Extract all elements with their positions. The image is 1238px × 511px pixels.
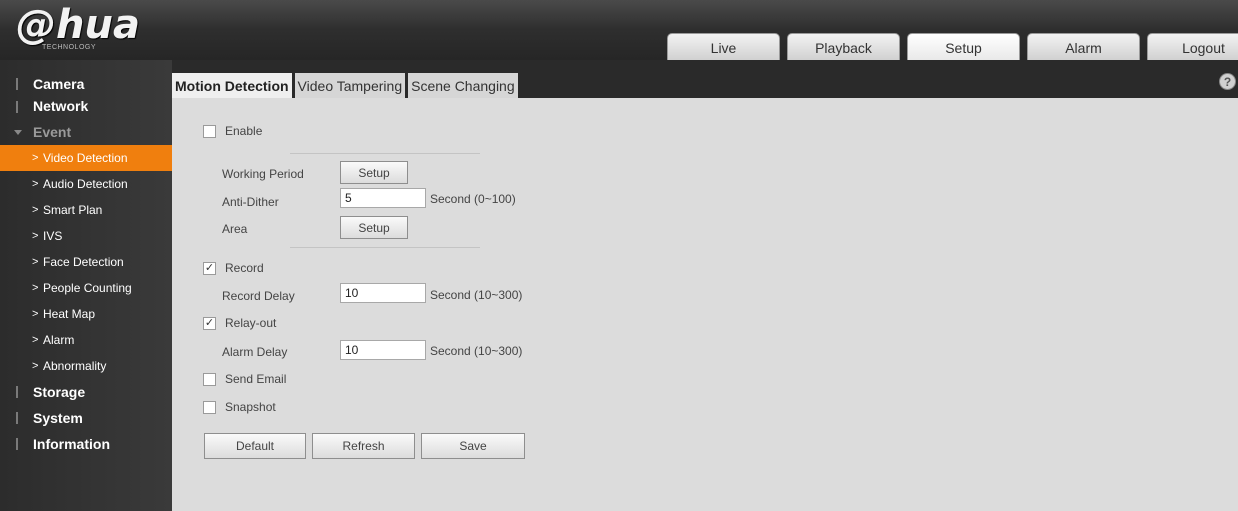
sidebar-item-storage[interactable]: Storage (0, 379, 172, 405)
send-email-label: Send Email (225, 372, 287, 386)
working-period-setup-button[interactable]: Setup (340, 161, 408, 184)
sidebar-item-smart-plan[interactable]: > Smart Plan (0, 197, 172, 223)
bullet-icon (16, 101, 18, 113)
sidebar-item-alarm[interactable]: > Alarm (0, 327, 172, 353)
sidebar-item-label: People Counting (43, 281, 132, 295)
chevron-right-icon: > (32, 204, 39, 216)
working-period-label: Working Period (222, 167, 304, 181)
header-bar: @hua TECHNOLOGY Live Playback Setup Alar… (0, 0, 1238, 61)
top-navigation: Live Playback Setup Alarm Logout (667, 33, 1238, 61)
bullet-icon (16, 386, 18, 398)
alarm-delay-unit: Second (10~300) (430, 344, 523, 358)
sidebar-item-label: Video Detection (43, 151, 128, 165)
tab-playback[interactable]: Playback (787, 33, 900, 61)
sidebar-item-heat-map[interactable]: > Heat Map (0, 301, 172, 327)
tab-video-tampering[interactable]: Video Tampering (294, 73, 406, 98)
record-delay-input[interactable]: 10 (340, 283, 426, 303)
bullet-icon (16, 78, 18, 90)
record-row: ✓ Record (203, 261, 264, 275)
sidebar-item-face-detection[interactable]: > Face Detection (0, 249, 172, 275)
triangle-down-icon (14, 130, 22, 135)
tab-live[interactable]: Live (667, 33, 780, 61)
detection-tabs: Motion Detection Video Tampering Scene C… (172, 73, 518, 98)
anti-dither-input[interactable]: 5 (340, 188, 426, 208)
chevron-right-icon: > (32, 152, 39, 164)
anti-dither-label: Anti-Dither (222, 195, 279, 209)
sidebar-item-label: Face Detection (43, 255, 124, 269)
sidebar: Camera Network Event > Video Detection >… (0, 60, 172, 511)
sidebar-item-event[interactable]: Event (0, 119, 172, 145)
sidebar-item-label: Audio Detection (43, 177, 128, 191)
chevron-right-icon: > (32, 308, 39, 320)
divider (290, 247, 480, 248)
sidebar-item-information[interactable]: Information (0, 431, 172, 457)
enable-row: Enable (203, 124, 262, 138)
anti-dither-unit: Second (0~100) (430, 192, 516, 206)
sidebar-item-system[interactable]: System (0, 405, 172, 431)
sidebar-item-label: System (33, 410, 83, 426)
relay-out-label: Relay-out (225, 316, 277, 330)
sidebar-item-label: Heat Map (43, 307, 96, 321)
send-email-checkbox[interactable] (203, 372, 216, 386)
sidebar-item-label: Network (33, 98, 89, 114)
tab-alarm[interactable]: Alarm (1027, 33, 1140, 61)
relay-out-checkbox[interactable]: ✓ (203, 316, 216, 330)
alarm-delay-input[interactable]: 10 (340, 340, 426, 360)
divider (290, 153, 480, 154)
sidebar-item-audio-detection[interactable]: > Audio Detection (0, 171, 172, 197)
sidebar-item-label: Abnormality (43, 359, 107, 373)
default-button[interactable]: Default (204, 433, 306, 459)
sidebar-item-label: Storage (33, 384, 86, 400)
snapshot-checkbox[interactable] (203, 400, 216, 414)
chevron-right-icon: > (32, 256, 39, 268)
sidebar-item-video-detection[interactable]: > Video Detection (0, 145, 172, 171)
refresh-button[interactable]: Refresh (312, 433, 415, 459)
record-delay-unit: Second (10~300) (430, 288, 523, 302)
record-label: Record (225, 261, 264, 275)
chevron-right-icon: > (32, 230, 39, 242)
alarm-delay-label: Alarm Delay (222, 345, 288, 359)
record-delay-label: Record Delay (222, 289, 295, 303)
area-label: Area (222, 222, 248, 236)
enable-checkbox[interactable] (203, 124, 216, 138)
sidebar-item-ivs[interactable]: > IVS (0, 223, 172, 249)
relay-out-row: ✓ Relay-out (203, 316, 276, 330)
dahua-logo: @hua (16, 2, 140, 48)
sidebar-item-abnormality[interactable]: > Abnormality (0, 353, 172, 379)
tab-logout[interactable]: Logout (1147, 33, 1238, 61)
area-setup-button[interactable]: Setup (340, 216, 408, 239)
sidebar-item-label: Information (33, 436, 110, 452)
logo-tagline: TECHNOLOGY (42, 44, 97, 51)
motion-detection-panel: Enable Working Period Setup Anti-Dither … (172, 98, 1238, 511)
tab-setup[interactable]: Setup (907, 33, 1020, 61)
chevron-right-icon: > (32, 334, 39, 346)
sidebar-item-label: Smart Plan (43, 203, 103, 217)
tab-scene-changing[interactable]: Scene Changing (408, 73, 518, 98)
enable-label: Enable (225, 124, 263, 138)
sidebar-item-label: Event (33, 124, 72, 140)
snapshot-label: Snapshot (225, 400, 276, 414)
record-checkbox[interactable]: ✓ (203, 261, 216, 275)
save-button[interactable]: Save (421, 433, 525, 459)
snapshot-row: Snapshot (203, 400, 276, 414)
chevron-right-icon: > (32, 178, 39, 190)
chevron-right-icon: > (32, 360, 39, 372)
send-email-row: Send Email (203, 372, 286, 386)
sidebar-item-people-counting[interactable]: > People Counting (0, 275, 172, 301)
chevron-right-icon: > (32, 282, 39, 294)
bullet-icon (16, 438, 18, 450)
tab-motion-detection[interactable]: Motion Detection (172, 73, 292, 98)
help-icon[interactable]: ? (1219, 73, 1236, 90)
bullet-icon (16, 412, 18, 424)
sidebar-item-label: Camera (33, 76, 85, 92)
sidebar-item-network[interactable]: Network (0, 94, 172, 119)
